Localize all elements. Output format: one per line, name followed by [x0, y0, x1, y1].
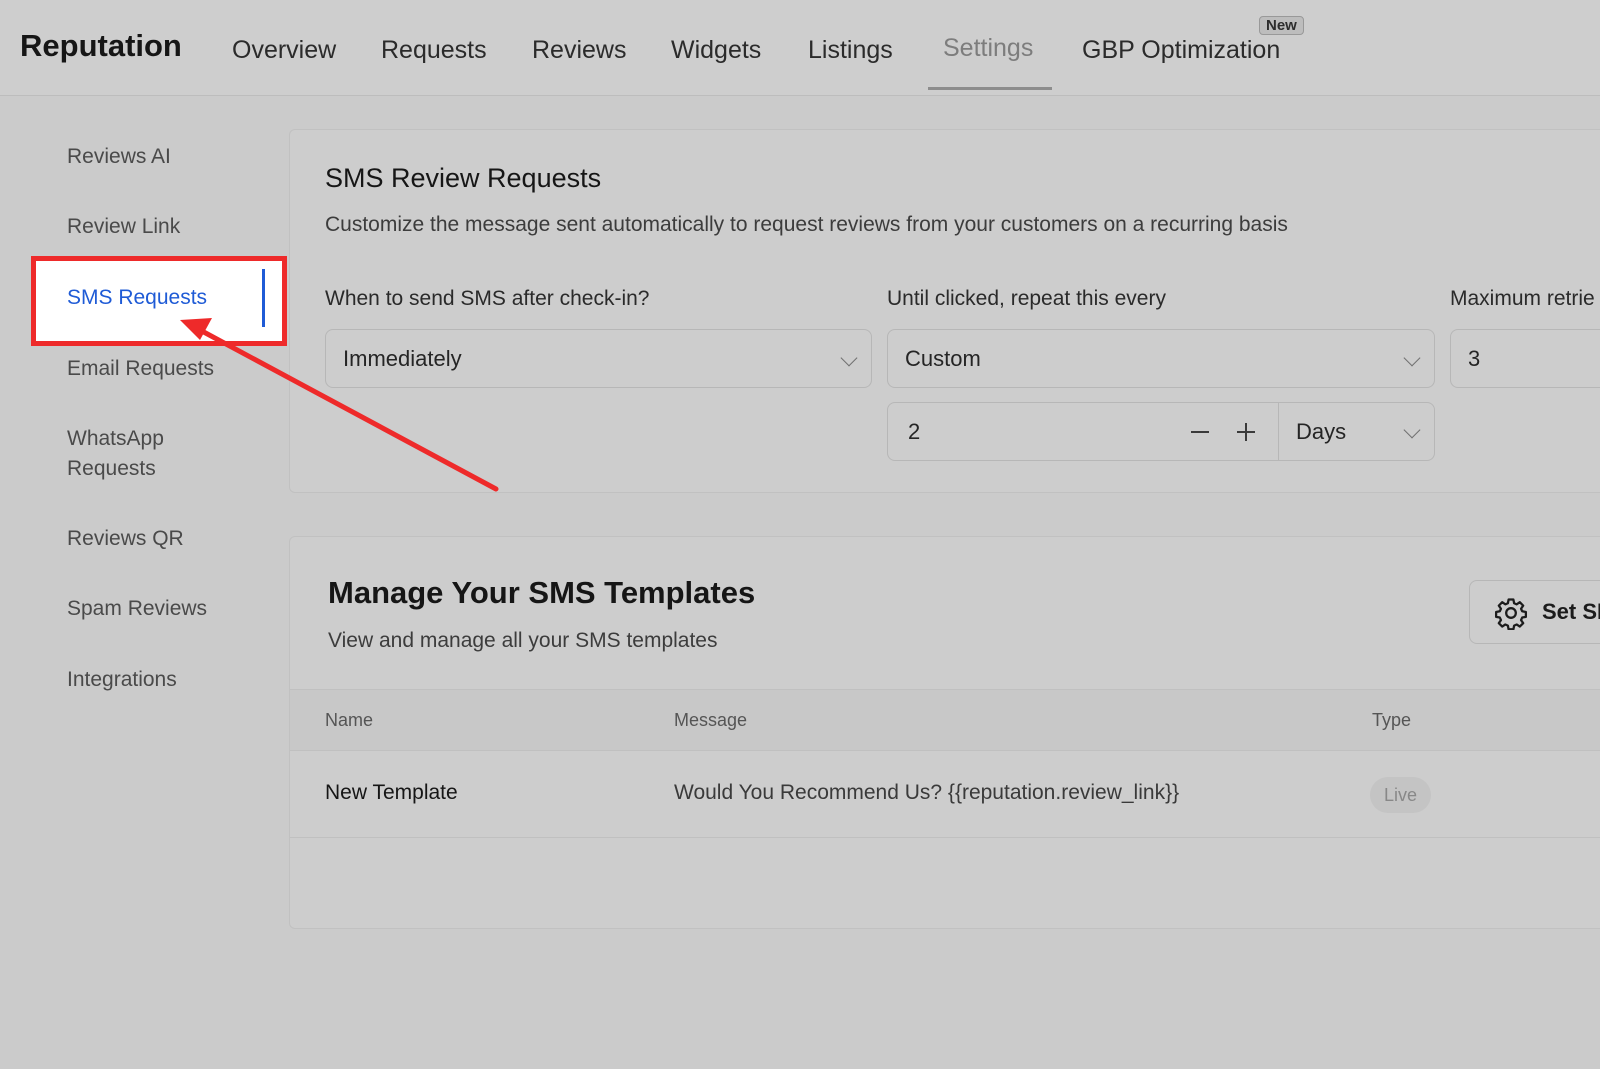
gear-icon [1494, 598, 1528, 630]
sidebar-item-email-requests[interactable]: Email Requests [67, 354, 214, 384]
repeat-count-stepper: 2 Days [887, 402, 1435, 461]
set-sms-settings-button[interactable]: Set SI [1469, 580, 1600, 644]
tab-requests[interactable]: Requests [381, 36, 487, 65]
new-badge: New [1259, 16, 1304, 35]
repeat-unit-select[interactable]: Days [1279, 403, 1434, 460]
sidebar-item-reviews-ai[interactable]: Reviews AI [67, 142, 171, 172]
sms-settings-subtitle: Customize the message sent automatically… [325, 213, 1288, 236]
minus-icon [1191, 431, 1209, 433]
table-row[interactable]: New Template Would You Recommend Us? {{r… [290, 752, 1600, 838]
maximum-retries-label: Maximum retrie [1450, 287, 1595, 310]
set-sms-settings-label: Set SI [1542, 599, 1600, 624]
column-header-name[interactable]: Name [325, 710, 373, 731]
chevron-down-icon [1403, 349, 1421, 367]
when-to-send-label: When to send SMS after check-in? [325, 287, 650, 310]
tab-reviews[interactable]: Reviews [532, 36, 626, 65]
column-header-type[interactable]: Type [1372, 710, 1411, 731]
template-name[interactable]: New Template [325, 781, 458, 805]
template-message: Would You Recommend Us? {{reputation.rev… [674, 781, 1180, 804]
chevron-down-icon [840, 349, 858, 367]
top-navigation-bar: Reputation Overview Requests Reviews Wid… [0, 0, 1600, 96]
repeat-interval-label: Until clicked, repeat this every [887, 287, 1166, 310]
tab-gbp-optimization[interactable]: GBP Optimization [1082, 36, 1280, 65]
maximum-retries-input[interactable]: 3 [1450, 329, 1600, 388]
sidebar-item-integrations[interactable]: Integrations [67, 665, 177, 695]
sidebar-item-reviews-qr[interactable]: Reviews QR [67, 524, 184, 554]
tab-widgets[interactable]: Widgets [671, 36, 761, 65]
maximum-retries-value: 3 [1468, 346, 1481, 371]
decrement-button[interactable] [1182, 403, 1218, 460]
tab-settings[interactable]: Settings [943, 34, 1033, 63]
sidebar-item-whatsapp-requests[interactable]: WhatsApp Requests [67, 424, 207, 484]
when-to-send-value: Immediately [343, 346, 462, 371]
increment-button[interactable] [1228, 403, 1264, 460]
chevron-down-icon [1403, 421, 1421, 439]
templates-title: Manage Your SMS Templates [328, 575, 756, 610]
repeat-unit-value: Days [1296, 419, 1347, 444]
repeat-interval-select[interactable]: Custom [887, 329, 1435, 388]
repeat-interval-value: Custom [905, 346, 981, 371]
tab-listings[interactable]: Listings [808, 36, 893, 65]
repeat-count-value[interactable]: 2 [908, 403, 920, 460]
sidebar-active-indicator [262, 269, 265, 327]
tab-overview[interactable]: Overview [232, 36, 336, 65]
when-to-send-select[interactable]: Immediately [325, 329, 872, 388]
sidebar-item-spam-reviews[interactable]: Spam Reviews [67, 594, 207, 624]
templates-table-header: Name Message Type [290, 689, 1600, 751]
status-badge: Live [1370, 777, 1432, 813]
sidebar-item-sms-requests[interactable]: SMS Requests [67, 283, 207, 313]
sms-settings-title: SMS Review Requests [325, 163, 602, 193]
app-title: Reputation [20, 28, 182, 63]
sidebar-item-review-link[interactable]: Review Link [67, 212, 180, 242]
column-header-message[interactable]: Message [674, 710, 747, 731]
active-tab-underline [928, 87, 1052, 90]
templates-subtitle: View and manage all your SMS templates [328, 629, 718, 652]
